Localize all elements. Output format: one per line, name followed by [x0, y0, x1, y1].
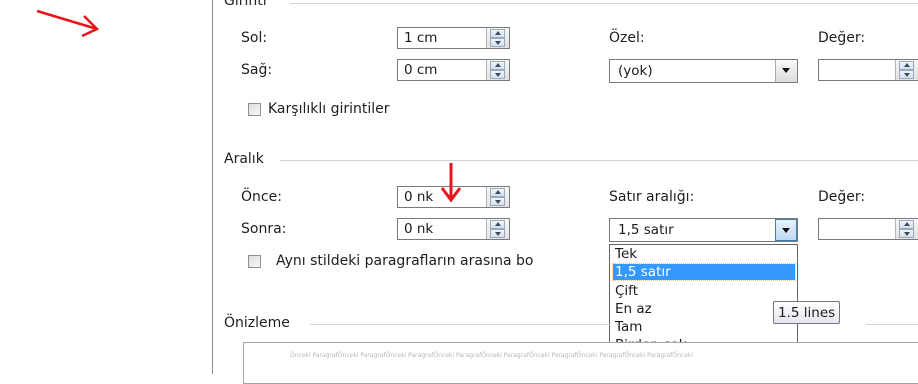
- left-indent-spinner[interactable]: 1 cm: [397, 27, 510, 49]
- special-indent-value: (yok): [618, 63, 653, 79]
- special-indent-dropdown[interactable]: (yok): [609, 59, 798, 83]
- line-spacing-option[interactable]: Tek: [613, 246, 795, 262]
- right-indent-value[interactable]: 0 cm: [404, 62, 437, 78]
- line-spacing-option[interactable]: Tam: [613, 319, 795, 335]
- spacing-at-label: Değer:: [818, 189, 866, 205]
- right-indent-spinner[interactable]: 0 cm: [397, 59, 510, 81]
- spacing-at-spinner[interactable]: [818, 218, 918, 240]
- dropdown-arrow-icon[interactable]: [775, 60, 797, 82]
- line-spacing-option[interactable]: Çift: [613, 283, 795, 299]
- spin-up-icon[interactable]: [899, 220, 914, 229]
- indentation-section-title: Girinti: [224, 0, 273, 9]
- preview-sample-text: Önceki ParagrafÖnceki ParagrafÖnceki Par…: [290, 352, 694, 359]
- spacing-divider: [280, 160, 918, 161]
- right-indent-label: Sağ:: [241, 62, 273, 78]
- tooltip: 1.5 lines: [773, 301, 841, 324]
- mirror-indents-label[interactable]: Karşılıklı girintiler: [268, 101, 390, 117]
- preview-divider-right: [866, 324, 918, 325]
- spin-up-icon[interactable]: [490, 61, 505, 70]
- left-indent-label: Sol:: [241, 30, 268, 46]
- spin-down-icon[interactable]: [899, 229, 914, 238]
- preview-divider: [310, 324, 610, 325]
- spacing-at-spin-buttons[interactable]: [895, 219, 918, 239]
- spacing-after-spinner[interactable]: 0 nk: [397, 218, 510, 240]
- indent-by-label: Değer:: [818, 30, 866, 46]
- indent-by-spin-buttons[interactable]: [895, 60, 918, 80]
- spin-down-icon[interactable]: [899, 70, 914, 79]
- line-spacing-options-list[interactable]: Tek 1,5 satır Çift En az Tam Birden çok: [609, 244, 798, 356]
- line-spacing-option-selected[interactable]: 1,5 satır: [612, 263, 796, 281]
- spacing-after-spin-buttons[interactable]: [486, 219, 509, 239]
- spin-up-icon[interactable]: [899, 61, 914, 70]
- spin-down-icon[interactable]: [490, 197, 505, 206]
- line-spacing-label: Satır aralığı:: [609, 189, 695, 205]
- dropdown-arrow-icon[interactable]: [775, 219, 797, 241]
- spacing-section-title: Aralık: [224, 151, 270, 167]
- paragraph-preview: Önceki ParagrafÖnceki ParagrafÖnceki Par…: [243, 342, 918, 384]
- spacing-before-spin-buttons[interactable]: [486, 187, 509, 207]
- line-spacing-value: 1,5 satır: [618, 222, 674, 238]
- indentation-divider: [290, 3, 918, 4]
- indent-by-spinner[interactable]: [818, 59, 918, 81]
- spacing-before-label: Önce:: [241, 189, 282, 205]
- left-indent-spin-buttons[interactable]: [486, 28, 509, 48]
- spin-up-icon[interactable]: [490, 29, 505, 38]
- spin-down-icon[interactable]: [490, 229, 505, 238]
- spacing-after-value[interactable]: 0 nk: [404, 221, 433, 237]
- dont-add-space-checkbox[interactable]: [248, 255, 261, 268]
- mirror-indents-checkbox[interactable]: [248, 103, 261, 116]
- right-indent-spin-buttons[interactable]: [486, 60, 509, 80]
- spin-down-icon[interactable]: [490, 38, 505, 47]
- spin-up-icon[interactable]: [490, 220, 505, 229]
- spacing-after-label: Sonra:: [241, 221, 287, 237]
- spin-up-icon[interactable]: [490, 188, 505, 197]
- special-indent-label: Özel:: [609, 30, 645, 46]
- dont-add-space-label[interactable]: Aynı stildeki paragrafların arasına bo: [276, 253, 533, 269]
- annotation-arrow-left: [36, 9, 100, 38]
- preview-section-title: Önizleme: [224, 315, 296, 331]
- annotation-arrow-down: [440, 163, 462, 203]
- line-spacing-option[interactable]: En az: [613, 301, 795, 317]
- line-spacing-dropdown[interactable]: 1,5 satır: [609, 218, 798, 242]
- spin-down-icon[interactable]: [490, 70, 505, 79]
- left-indent-value[interactable]: 1 cm: [404, 30, 437, 46]
- spacing-before-value[interactable]: 0 nk: [404, 189, 433, 205]
